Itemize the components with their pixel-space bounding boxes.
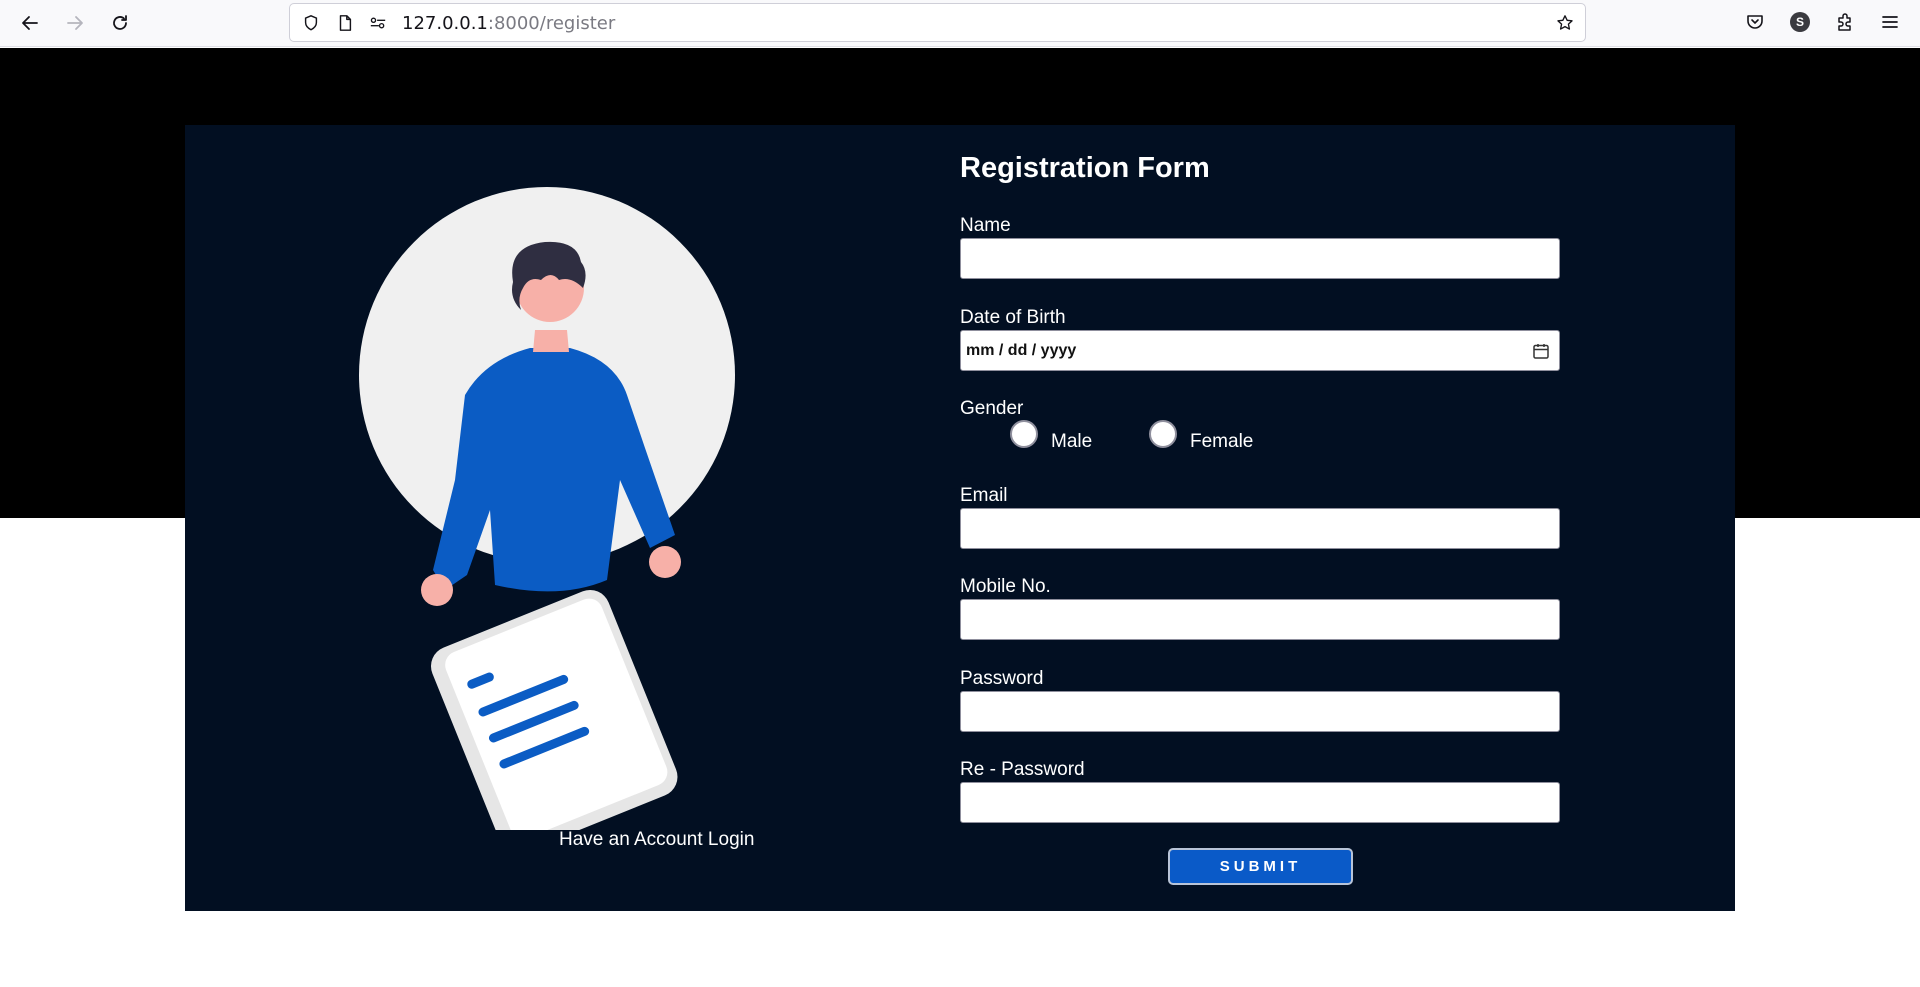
url-text[interactable]: 127.0.0.1:8000/register xyxy=(402,13,615,34)
gender-label: Gender xyxy=(960,398,1024,419)
reload-button[interactable] xyxy=(105,8,135,38)
profile-button[interactable]: S xyxy=(1788,10,1812,34)
email-input[interactable] xyxy=(960,508,1560,549)
mobile-input[interactable] xyxy=(960,599,1560,640)
page-icon xyxy=(335,13,355,33)
person-with-document-illustration xyxy=(359,187,735,830)
form-title: Registration Form xyxy=(960,152,1210,184)
shield-icon[interactable] xyxy=(301,13,321,33)
calendar-icon[interactable] xyxy=(1532,342,1550,360)
dob-label: Date of Birth xyxy=(960,307,1066,328)
gender-female-radio[interactable] xyxy=(1149,420,1177,448)
menu-icon[interactable] xyxy=(1878,10,1902,34)
registration-card: Have an Account Login Registration Form … xyxy=(185,125,1735,911)
dob-placeholder: mm / dd / yyyy xyxy=(966,342,1077,359)
repassword-input[interactable] xyxy=(960,782,1560,823)
repassword-label: Re - Password xyxy=(960,759,1085,780)
arrow-left-icon xyxy=(22,16,38,30)
bookmark-star-icon[interactable] xyxy=(1555,13,1575,33)
back-button[interactable] xyxy=(15,8,45,38)
name-input[interactable] xyxy=(960,238,1560,279)
gender-male-label[interactable]: Male xyxy=(1051,431,1092,453)
password-label: Password xyxy=(960,668,1044,689)
avatar: S xyxy=(1790,12,1810,32)
url-path: :8000/register xyxy=(487,13,616,34)
pocket-icon[interactable] xyxy=(1743,10,1767,34)
password-input[interactable] xyxy=(960,691,1560,732)
dob-input[interactable]: mm / dd / yyyy xyxy=(960,330,1560,371)
extensions-icon[interactable] xyxy=(1833,10,1857,34)
reload-icon xyxy=(113,15,127,30)
url-host: 127.0.0.1 xyxy=(402,13,488,34)
name-label: Name xyxy=(960,215,1011,236)
arrow-right-icon xyxy=(67,16,83,30)
url-bar[interactable]: 127.0.0.1:8000/register xyxy=(289,3,1586,42)
forward-button[interactable] xyxy=(60,8,90,38)
browser-toolbar: 127.0.0.1:8000/register S xyxy=(0,0,1920,47)
login-link[interactable]: Have an Account Login xyxy=(559,829,754,851)
gender-male-radio[interactable] xyxy=(1010,420,1038,448)
gender-female-label[interactable]: Female xyxy=(1190,431,1253,453)
mobile-label: Mobile No. xyxy=(960,576,1051,597)
email-label: Email xyxy=(960,485,1008,506)
submit-button[interactable]: SUBMIT xyxy=(1168,848,1353,885)
permissions-icon[interactable] xyxy=(368,13,388,33)
